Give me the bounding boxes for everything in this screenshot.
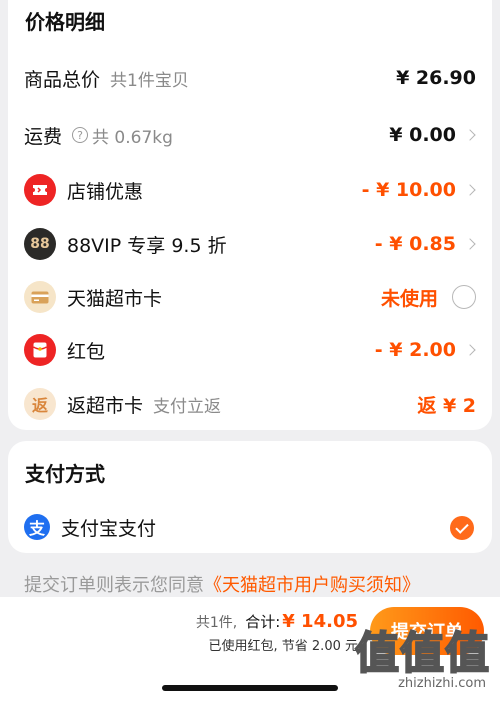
rebate-sub: 支付立返 <box>153 396 222 417</box>
shop-discount-row[interactable]: 店铺优惠 - ¥ 10.00 <box>8 170 492 210</box>
rebate-label: 返超市卡 <box>67 394 144 417</box>
item-count: 共1件, <box>195 615 238 631</box>
vip-value-wrap: - ¥ 0.85 <box>375 233 476 255</box>
shipping-value: ¥ 0.00 <box>389 124 456 146</box>
selected-check-icon[interactable] <box>450 516 474 540</box>
agreement-link[interactable]: 《天猫超市用户购买须知》 <box>204 575 420 596</box>
total-amount: ¥ 14.05 <box>282 611 358 632</box>
alipay-label: 支付宝支付 <box>61 517 157 540</box>
shipping-label: 运费 <box>24 125 63 148</box>
payment-method-card: 支付方式 支 支付宝支付 <box>8 441 492 553</box>
red-packet-icon <box>24 334 56 366</box>
vip-88-icon: 88 <box>24 228 56 260</box>
price-detail-card: 价格明细 商品总价 共1件宝贝 ¥ 26.90 运费 ? 共 0.67kg ¥ … <box>8 0 492 430</box>
alipay-icon: 支 <box>24 514 50 540</box>
vip-label: 88VIP 专享 9.5 折 <box>67 234 227 257</box>
red-packet-value-wrap: - ¥ 2.00 <box>375 339 476 361</box>
home-indicator[interactable] <box>162 685 338 691</box>
total-label: 合计: <box>245 613 281 631</box>
red-packet-label: 红包 <box>67 340 106 363</box>
vip-discount-row[interactable]: 88 88VIP 专享 9.5 折 - ¥ 0.85 <box>8 224 492 264</box>
shop-discount-value-wrap: - ¥ 10.00 <box>362 179 476 201</box>
ticket-icon <box>24 174 56 206</box>
alipay-row[interactable]: 支 支付宝支付 <box>8 507 492 547</box>
help-icon[interactable]: ? <box>72 127 89 143</box>
shop-discount-value: - ¥ 10.00 <box>361 179 456 201</box>
red-packet-value: - ¥ 2.00 <box>374 339 456 361</box>
agreement-prefix: 提交订单则表示您同意 <box>24 575 204 596</box>
tmall-card-status: 未使用 <box>380 287 438 310</box>
payment-method-title: 支付方式 <box>25 462 105 486</box>
vip-value: - ¥ 0.85 <box>374 233 456 255</box>
agreement-text: 提交订单则表示您同意《天猫超市用户购买须知》 <box>24 571 420 597</box>
savings-note: 已使用红包, 节省 2.00 元 <box>208 639 358 654</box>
chevron-right-icon <box>464 238 476 250</box>
goods-total-value: ¥ 26.90 <box>396 67 476 89</box>
shop-discount-label: 店铺优惠 <box>67 180 144 203</box>
chevron-right-icon <box>464 129 476 141</box>
total-summary: 共1件, 合计: ¥ 14.05 <box>196 611 358 632</box>
shipping-row[interactable]: 运费 ? 共 0.67kg ¥ 0.00 <box>8 115 492 155</box>
tmall-card-value-wrap: 未使用 <box>381 284 476 311</box>
chevron-right-icon <box>464 344 476 356</box>
goods-total-label: 商品总价 <box>24 68 101 91</box>
goods-count: 共1件宝贝 <box>110 70 189 91</box>
tmall-card-row[interactable]: 天猫超市卡 未使用 <box>8 277 492 317</box>
card-icon <box>24 281 56 313</box>
shipping-value-wrap: ¥ 0.00 <box>389 124 476 146</box>
rebate-row: 返 返超市卡 支付立返 返 ¥ 2 <box>8 384 492 424</box>
chevron-right-icon <box>464 184 476 196</box>
tmall-card-label: 天猫超市卡 <box>67 287 163 310</box>
rebate-value: 返 ¥ 2 <box>417 394 476 417</box>
rebate-icon: 返 <box>24 388 56 420</box>
watermark-logo: 值值值 <box>354 627 490 680</box>
tmall-card-radio[interactable] <box>452 285 476 309</box>
goods-total-row: 商品总价 共1件宝贝 ¥ 26.90 <box>8 58 492 98</box>
price-detail-title: 价格明细 <box>25 10 105 34</box>
watermark-url: zhizhizhi.com <box>398 676 486 691</box>
red-packet-row[interactable]: 红包 - ¥ 2.00 <box>8 330 492 370</box>
shipping-weight: 共 0.67kg <box>92 127 173 148</box>
